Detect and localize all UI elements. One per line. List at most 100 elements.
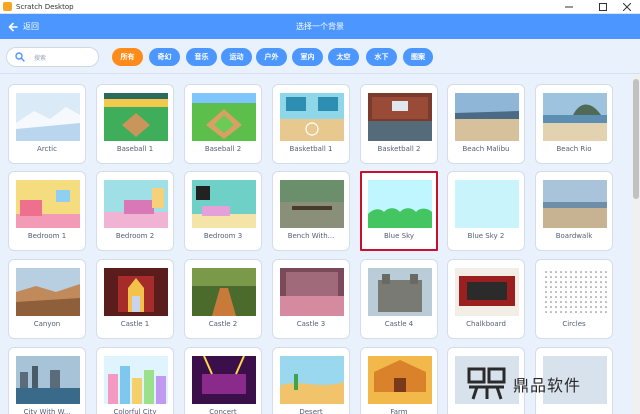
minimize-icon: [565, 6, 573, 8]
backdrop-thumbnail: [280, 180, 344, 228]
backdrop-card[interactable]: Castle 1: [96, 259, 174, 339]
backdrop-label: Arctic: [37, 145, 57, 153]
backdrop-label: Circles: [562, 320, 586, 328]
backdrop-thumbnail: [192, 180, 256, 228]
backdrop-card[interactable]: Beach Malibu: [447, 84, 525, 164]
backdrop-card[interactable]: Boardwalk: [535, 171, 613, 251]
backdrop-thumbnail: [280, 268, 344, 316]
backdrop-card[interactable]: Blue Sky: [360, 171, 438, 251]
tag-1[interactable]: 奇幻: [149, 48, 180, 66]
backdrop-thumbnail: [16, 93, 80, 141]
backdrop-thumbnail: [543, 268, 607, 316]
scrollbar-thumb[interactable]: [633, 79, 639, 199]
backdrop-label: Canyon: [33, 320, 61, 328]
tag-6[interactable]: 太空: [328, 48, 359, 66]
window-title: Scratch Desktop: [16, 2, 74, 11]
backdrop-thumbnail: [280, 356, 344, 404]
tag-8[interactable]: 图案: [403, 48, 433, 66]
backdrop-thumbnail: [192, 93, 256, 141]
backdrop-thumbnail: [455, 93, 519, 141]
backdrop-thumbnail: [192, 356, 256, 404]
page-title: 选择一个背景: [296, 22, 344, 31]
backdrop-label: Concert: [209, 408, 237, 414]
search-input[interactable]: 搜索: [6, 47, 99, 67]
backdrop-card[interactable]: Arctic: [8, 84, 86, 164]
backdrop-card[interactable]: Chalkboard: [447, 259, 525, 339]
backdrop-thumbnail: [455, 180, 519, 228]
backdrop-thumbnail: [368, 356, 432, 404]
backdrop-thumbnail: [368, 180, 432, 228]
backdrop-label: Bedroom 2: [115, 232, 155, 240]
scratch-app-icon: [3, 2, 12, 11]
backdrop-card[interactable]: Colorful City: [96, 347, 174, 414]
backdrop-label: Bedroom 1: [27, 232, 67, 240]
backdrop-label: Farm: [390, 408, 408, 414]
backdrop-card[interactable]: Blue Sky 2: [447, 171, 525, 251]
backdrop-thumbnail: [104, 356, 168, 404]
tag-7[interactable]: 水下: [366, 48, 397, 66]
maximize-button[interactable]: [590, 0, 616, 14]
backdrop-label: Colorful City: [113, 408, 157, 414]
backdrop-label: Blue Sky: [383, 232, 415, 240]
backdrop-label: Basketball 2: [377, 145, 421, 153]
backdrop-label: Boardwalk: [555, 232, 593, 240]
backdrop-label: Baseball 1: [116, 145, 154, 153]
backdrop-card[interactable]: Baseball 2: [184, 84, 262, 164]
backdrop-card[interactable]: City With W...: [8, 347, 86, 414]
backdrop-card[interactable]: Farm: [360, 347, 438, 414]
backdrop-label: Bedroom 3: [203, 232, 243, 240]
watermark-text: 鼎品软件: [513, 376, 582, 395]
backdrop-thumbnail: [16, 268, 80, 316]
backdrop-label: Basketball 1: [289, 145, 333, 153]
backdrop-thumbnail: [192, 268, 256, 316]
backdrop-card[interactable]: Beach Rio: [535, 84, 613, 164]
backdrop-thumbnail: [368, 93, 432, 141]
backdrop-card[interactable]: Canyon: [8, 259, 86, 339]
backdrop-label: Chalkboard: [466, 320, 506, 328]
backdrop-label: Castle 3: [296, 320, 326, 328]
backdrop-card[interactable]: Concert: [184, 347, 262, 414]
backdrop-card[interactable]: Castle 3: [272, 259, 350, 339]
backdrop-card[interactable]: Baseball 1: [96, 84, 174, 164]
backdrop-label: Beach Rio: [556, 145, 592, 153]
backdrop-card[interactable]: Bench With...: [272, 171, 350, 251]
backdrop-label: City With W...: [23, 408, 71, 414]
watermark: 鼎品软件: [467, 360, 581, 408]
search-placeholder: 搜索: [34, 54, 47, 62]
backdrop-thumbnail: [368, 268, 432, 316]
tag-4[interactable]: 户外: [256, 48, 287, 66]
backdrop-thumbnail: [104, 93, 168, 141]
search-icon: [15, 52, 25, 62]
tag-0[interactable]: 所有: [112, 48, 143, 66]
title-bar: Scratch Desktop: [0, 0, 640, 14]
backdrop-card[interactable]: Castle 2: [184, 259, 262, 339]
backdrop-thumbnail: [16, 356, 80, 404]
backdrop-thumbnail: [280, 93, 344, 141]
backdrop-label: Bench With...: [287, 232, 335, 240]
watermark-logo-icon: [467, 367, 506, 400]
close-button[interactable]: [614, 0, 640, 14]
backdrop-thumbnail: [16, 180, 80, 228]
backdrop-card[interactable]: Desert: [272, 347, 350, 414]
backdrop-card[interactable]: Basketball 2: [360, 84, 438, 164]
backdrop-card[interactable]: Bedroom 2: [96, 171, 174, 251]
scrollbar[interactable]: [632, 75, 640, 414]
backdrop-label: Baseball 2: [204, 145, 242, 153]
close-icon: [623, 3, 631, 11]
backdrop-card[interactable]: Castle 4: [360, 259, 438, 339]
backdrop-thumbnail: [543, 93, 607, 141]
tag-5[interactable]: 室内: [292, 48, 323, 66]
backdrop-card[interactable]: Bedroom 3: [184, 171, 262, 251]
backdrop-thumbnail: [455, 268, 519, 316]
backdrop-card[interactable]: Bedroom 1: [8, 171, 86, 251]
backdrop-card[interactable]: Circles: [535, 259, 613, 339]
backdrop-card[interactable]: Basketball 1: [272, 84, 350, 164]
minimize-button[interactable]: [556, 0, 582, 14]
tag-2[interactable]: 音乐: [186, 48, 217, 66]
backdrop-thumbnail: [104, 180, 168, 228]
tag-3[interactable]: 运动: [221, 48, 252, 66]
backdrop-label: Desert: [299, 408, 323, 414]
library-header: 返回 选择一个背景: [0, 14, 640, 39]
backdrop-label: Castle 2: [208, 320, 238, 328]
backdrop-label: Castle 1: [120, 320, 150, 328]
